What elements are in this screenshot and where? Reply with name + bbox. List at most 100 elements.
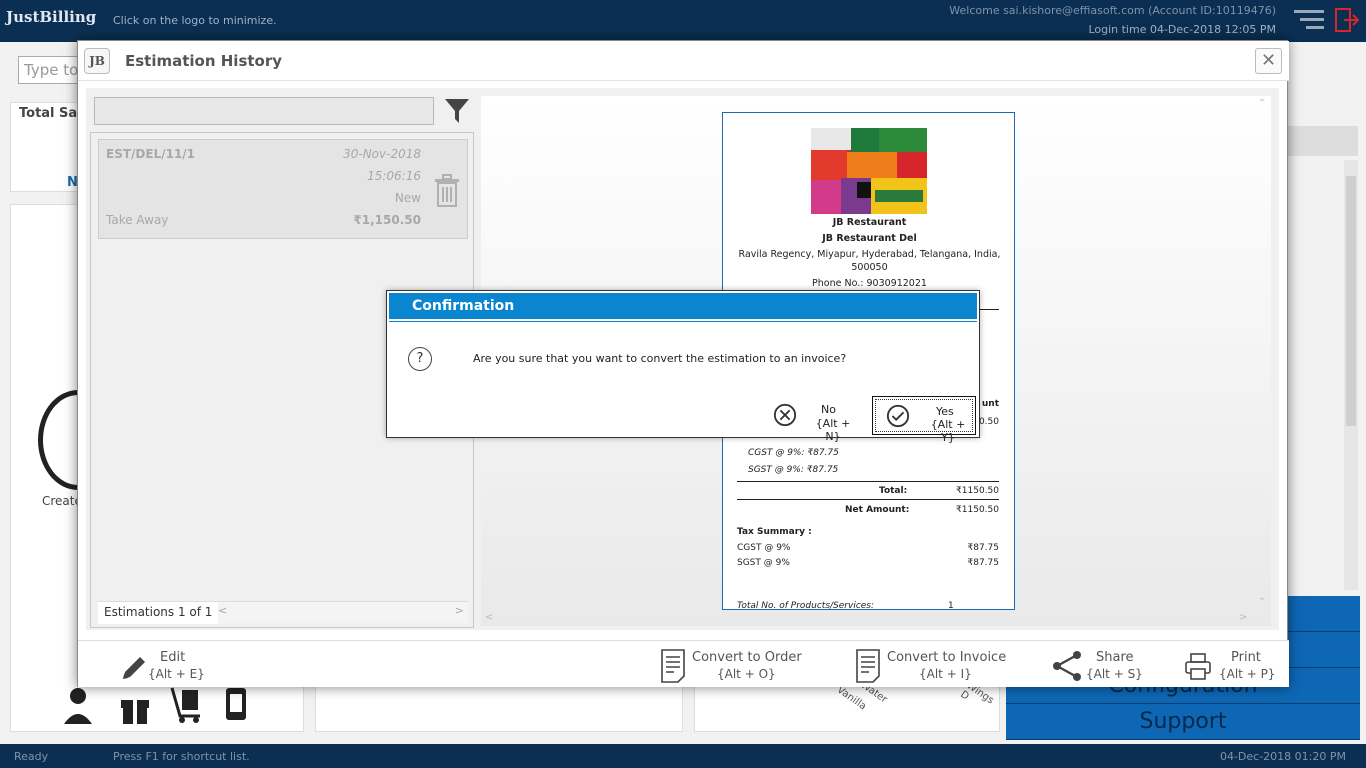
modal-header: JB Estimation History ✕ <box>78 41 1289 81</box>
document-icon <box>661 649 685 683</box>
trash-icon[interactable] <box>433 174 461 208</box>
preview-vertical-scrollbar[interactable]: ⌃ ⌄ <box>1255 96 1271 610</box>
welcome-text: Welcome sai.kishore@effiasoft.com (Accou… <box>949 4 1276 17</box>
filter-icon[interactable] <box>444 97 470 125</box>
no-button[interactable]: No {Alt + N} <box>769 399 859 443</box>
receipt-address-line: Ravila Regency, Miyapur, Hyderabad, Tela… <box>738 249 1001 260</box>
scroll-up-icon[interactable]: ⌃ <box>1258 98 1266 109</box>
yes-button[interactable]: Yes {Alt + Y} <box>872 396 976 444</box>
close-button[interactable]: ✕ <box>1255 48 1282 74</box>
print-button[interactable]: Print {Alt + P} <box>1185 649 1275 683</box>
estimation-list-footer: Estimations 1 of 1 < > <box>98 601 468 624</box>
gift-icon[interactable] <box>118 690 152 724</box>
confirmation-message: Are you sure that you want to convert th… <box>473 352 847 365</box>
print-shortcut: {Alt + P} <box>1219 667 1276 681</box>
confirmation-title: Confirmation <box>389 293 977 319</box>
no-label: No <box>821 403 836 416</box>
estimation-date: 30-Nov-2018 <box>343 147 421 161</box>
convert-to-invoice-button[interactable]: Convert to Invoice {Alt + I} <box>855 649 1007 683</box>
edit-button[interactable]: Edit {Alt + E} <box>120 649 205 683</box>
estimation-list-item[interactable]: EST/DEL/11/1 30-Nov-2018 15:06:16 New Ta… <box>98 139 468 239</box>
background-right-tab <box>1288 126 1358 156</box>
document-icon <box>856 649 880 683</box>
customer-icon[interactable] <box>62 686 94 724</box>
estimation-number: EST/DEL/11/1 <box>106 147 196 161</box>
jb-logo-icon: JB <box>84 48 110 74</box>
receipt-phone: Phone No.: 9030912021 <box>812 278 927 289</box>
convert-to-order-shortcut: {Alt + O} <box>717 667 776 681</box>
scroll-right-icon[interactable]: > <box>1239 612 1247 623</box>
background-products-panel: Vanilla Water Wings D <box>694 680 1000 732</box>
side-menu-item-support[interactable]: Support <box>1006 704 1360 740</box>
receipt-net-amount-label: Net Amount: <box>845 505 910 515</box>
status-datetime: 04-Dec-2018 01:20 PM <box>1219 750 1346 763</box>
check-icon <box>886 404 910 428</box>
share-label: Share <box>1096 650 1134 665</box>
delivery-icon[interactable] <box>170 686 204 724</box>
status-ready: Ready <box>14 750 49 763</box>
estimation-order-type: Take Away <box>106 213 169 227</box>
yes-shortcut: {Alt + Y} <box>930 418 966 444</box>
background-create-label: Create <box>42 494 82 508</box>
receipt-amount-value: 0.50 <box>978 417 999 427</box>
background-mid-panel <box>315 686 683 732</box>
background-scroll-thumb[interactable] <box>1346 176 1356 426</box>
background-icon-row <box>62 686 262 726</box>
pencil-icon <box>123 657 145 679</box>
share-button[interactable]: Share {Alt + S} <box>1052 649 1143 683</box>
receipt-address-line: 500050 <box>851 262 888 273</box>
receipt-tax-row-label: SGST @ 9% <box>737 558 790 568</box>
share-icon <box>1053 651 1081 681</box>
menu-icon[interactable] <box>1294 10 1324 30</box>
scroll-left-icon[interactable]: < <box>218 604 227 617</box>
convert-to-order-label: Convert to Order <box>692 650 802 665</box>
status-bar: Ready Press F1 for shortcut list. 04-Dec… <box>0 744 1366 768</box>
modal-title: Estimation History <box>125 52 283 70</box>
app-topbar: JustBilling Click on the logo to minimiz… <box>0 0 1366 42</box>
app-logo[interactable]: JustBilling <box>6 8 96 26</box>
receipt-tax-row-value: ₹87.75 <box>967 543 1000 553</box>
edit-label: Edit <box>160 650 186 665</box>
receipt-sgst-line: SGST @ 9%: ₹87.75 <box>748 465 839 475</box>
yes-label: Yes <box>936 405 954 418</box>
printer-icon <box>1185 653 1211 680</box>
convert-to-invoice-shortcut: {Alt + I} <box>919 667 972 681</box>
scroll-left-icon[interactable]: < <box>485 612 493 623</box>
receipt-tax-row-value: ₹87.75 <box>967 558 1000 568</box>
estimation-filter-input[interactable] <box>94 97 434 125</box>
convert-to-order-button[interactable]: Convert to Order {Alt + O} <box>660 649 810 683</box>
receipt-branch-name: JB Restaurant Del <box>822 233 917 244</box>
login-time: Login time 04-Dec-2018 12:05 PM <box>1088 23 1276 36</box>
edit-shortcut: {Alt + E} <box>148 667 205 681</box>
receipt-total-products-value: 1 <box>948 601 954 610</box>
receipt-total-products-label: Total No. of Products/Services: <box>737 601 875 610</box>
cancel-icon <box>773 403 797 427</box>
receipt-net-amount-value: ₹1150.50 <box>956 505 999 515</box>
receipt-total-value: ₹1150.50 <box>956 486 999 496</box>
receipt-restaurant-name: JB Restaurant <box>832 217 907 228</box>
question-icon: ? <box>408 347 432 371</box>
receipt-tax-summary-label: Tax Summary : <box>737 527 812 537</box>
scroll-right-icon[interactable]: > <box>455 604 464 617</box>
preview-horizontal-scrollbar[interactable]: < > <box>481 610 1255 626</box>
no-shortcut: {Alt + N} <box>815 417 851 443</box>
receipt-tax-row-label: CGST @ 9% <box>737 543 791 553</box>
logo-hint: Click on the logo to minimize. <box>113 14 277 27</box>
restaurant-brands-image <box>811 128 927 214</box>
mobile-order-icon[interactable] <box>222 686 252 724</box>
estimation-status: New <box>394 191 421 205</box>
print-label: Print <box>1231 650 1261 665</box>
scroll-down-icon[interactable]: ⌄ <box>1258 592 1266 603</box>
receipt-amount-header: unt <box>981 399 999 409</box>
estimation-time: 15:06:16 <box>367 169 421 183</box>
status-hint: Press F1 for shortcut list. <box>113 750 250 763</box>
modal-action-bar: Edit {Alt + E} Convert to Order {Alt + O… <box>78 640 1289 687</box>
confirmation-dialog: Confirmation ? Are you sure that you wan… <box>386 290 980 444</box>
estimation-amount: ₹1,150.50 <box>353 213 421 227</box>
receipt-total-label: Total: <box>879 486 908 496</box>
convert-to-invoice-label: Convert to Invoice <box>887 650 1007 665</box>
receipt-cgst-line: CGST @ 9%: ₹87.75 <box>748 448 839 458</box>
logout-icon[interactable] <box>1334 6 1360 34</box>
share-shortcut: {Alt + S} <box>1086 667 1143 681</box>
estimation-count: Estimations 1 of 1 <box>98 602 219 624</box>
